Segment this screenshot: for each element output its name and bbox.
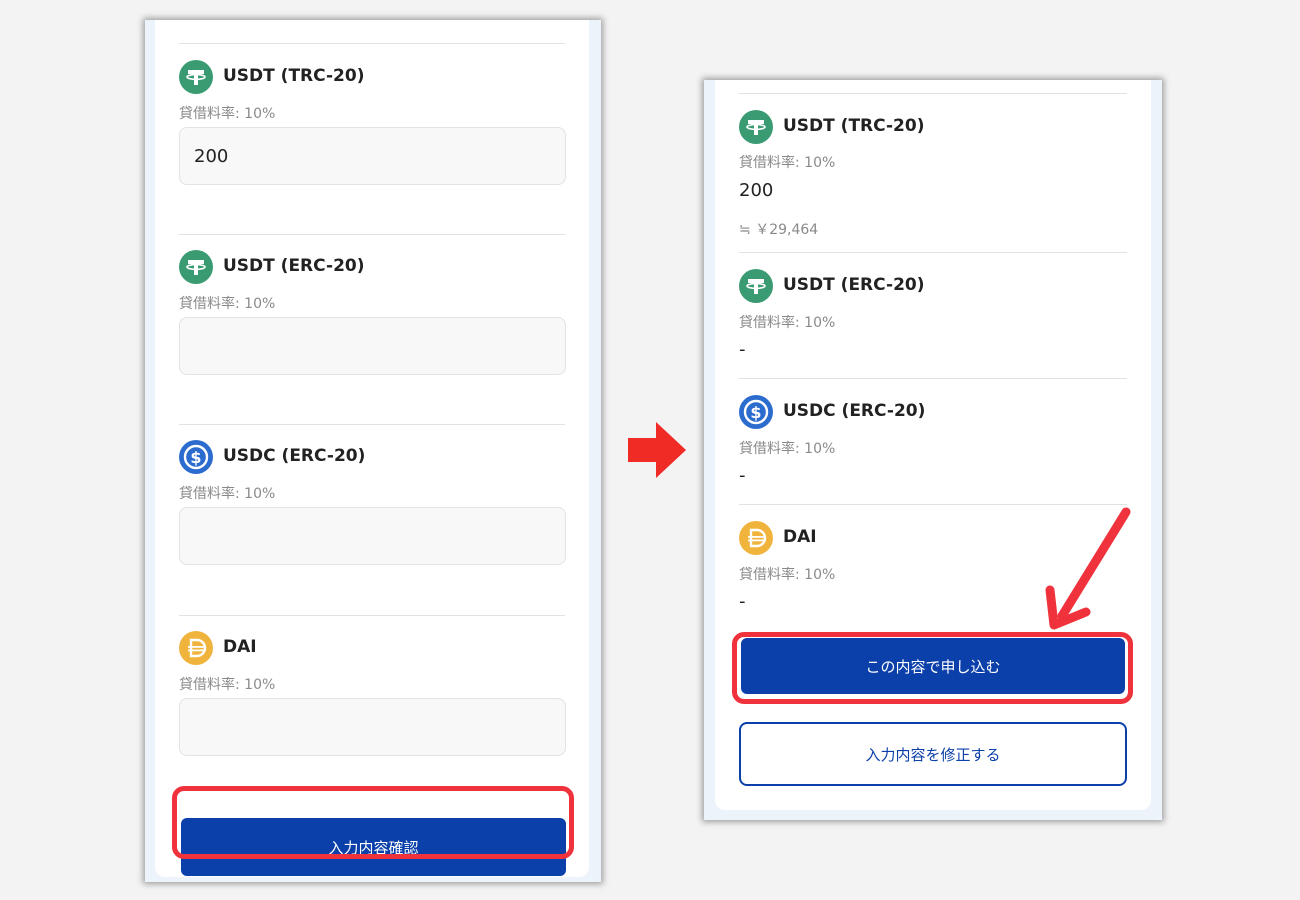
down-left-arrow-icon bbox=[1045, 507, 1131, 630]
right-arrow-icon bbox=[628, 422, 686, 478]
